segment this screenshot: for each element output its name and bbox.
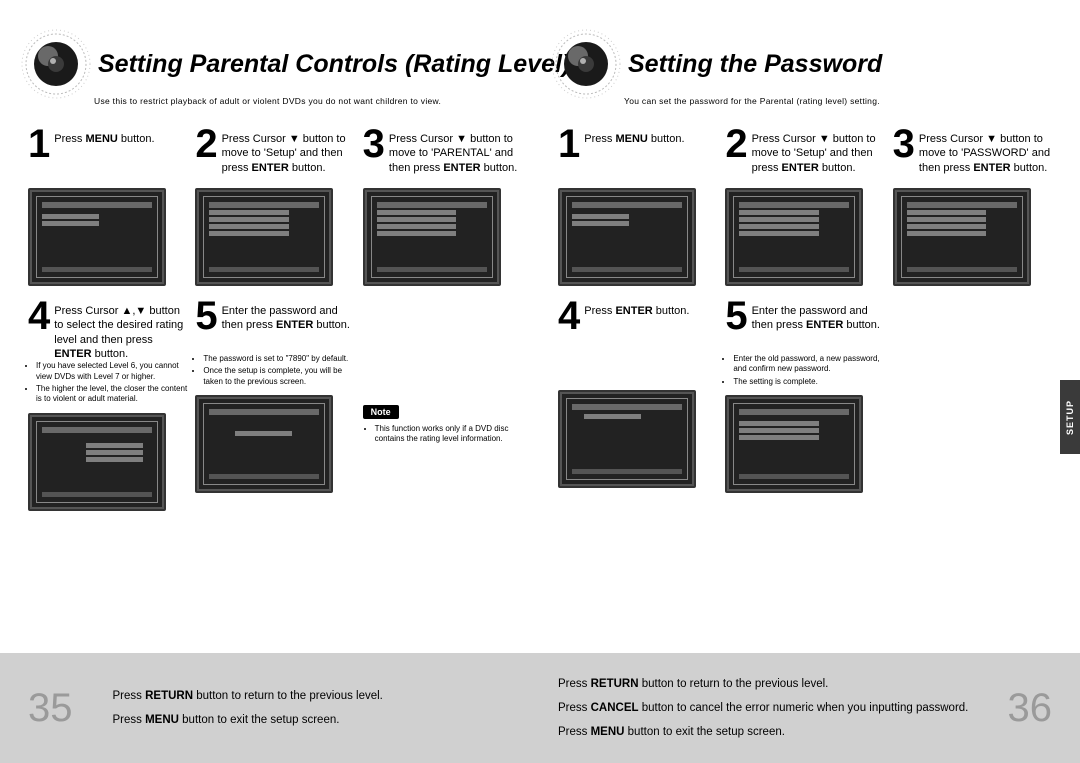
step-number: 2: [725, 126, 747, 162]
footer-line: Press RETURN button to return to the pre…: [558, 672, 1008, 696]
step-text: Press Cursor ▼ button to move to 'Setup'…: [752, 126, 885, 175]
osd-screenshot: [28, 188, 166, 286]
step-number: 3: [893, 126, 915, 162]
note-item: The higher the level, the closer the con…: [36, 384, 187, 405]
step-3: 3 Press Cursor ▼ button to move to 'PASS…: [893, 126, 1052, 292]
page-subtitle: You can set the password for the Parenta…: [624, 96, 1052, 106]
step-notes: If you have selected Level 6, you cannot…: [28, 361, 187, 405]
section-tab: SETUP: [1060, 380, 1080, 454]
osd-screenshot: [195, 188, 333, 286]
step-3: 3 Press Cursor ▼ button to move to 'PARE…: [363, 126, 522, 292]
step-number: 5: [725, 298, 747, 334]
note-badge: Note: [363, 405, 399, 419]
osd-screenshot: [195, 395, 333, 493]
page-left: Setting Parental Controls (Rating Level)…: [0, 0, 540, 763]
spacer: [893, 298, 1052, 499]
speaker-icon: [550, 28, 622, 100]
step-1: 1 Press MENU button.: [558, 126, 717, 292]
title-row: Setting Parental Controls (Rating Level): [28, 28, 522, 100]
page-footer: 35 Press RETURN button to return to the …: [0, 653, 540, 763]
step-5: 5 Enter the password and then press ENTE…: [725, 298, 884, 499]
osd-screenshot: [558, 390, 696, 488]
step-number: 3: [363, 126, 385, 162]
footer-line: Press RETURN button to return to the pre…: [113, 684, 523, 708]
step-text: Enter the password and then press ENTER …: [752, 298, 885, 333]
steps-bottom: 4 Press ENTER button. 5 Enter the passwo…: [558, 298, 1052, 499]
step-2: 2 Press Cursor ▼ button to move to 'Setu…: [725, 126, 884, 292]
note-item: If you have selected Level 6, you cannot…: [36, 361, 187, 382]
step-text: Press Cursor ▼ button to move to 'Setup'…: [222, 126, 355, 175]
step-number: 1: [558, 126, 580, 162]
footer-line: Press MENU button to exit the setup scre…: [558, 720, 1008, 744]
footer-line: Press CANCEL button to cancel the error …: [558, 696, 1008, 720]
osd-screenshot: [725, 188, 863, 286]
step-number: 2: [195, 126, 217, 162]
step-text: Press Cursor ▼ button to move to 'PARENT…: [389, 126, 522, 175]
step-5: 5 Enter the password and then press ENTE…: [195, 298, 354, 517]
page-title: Setting the Password: [628, 50, 882, 79]
footer-line: Press MENU button to exit the setup scre…: [113, 708, 523, 732]
osd-screenshot: [558, 188, 696, 286]
step-2: 2 Press Cursor ▼ button to move to 'Setu…: [195, 126, 354, 292]
page-number: 35: [28, 686, 73, 731]
page-title: Setting Parental Controls (Rating Level): [98, 50, 570, 79]
manual-spread: Setting Parental Controls (Rating Level)…: [0, 0, 1080, 763]
osd-screenshot: [28, 413, 166, 511]
page-footer: Press RETURN button to return to the pre…: [540, 653, 1080, 763]
steps-top: 1 Press MENU button. 2 Press Cursor ▼ bu…: [28, 126, 522, 292]
step-text: Press ENTER button.: [584, 298, 689, 318]
step-text: Press MENU button.: [584, 126, 684, 146]
osd-screenshot: [725, 395, 863, 493]
note-item: Enter the old password, a new password, …: [733, 354, 884, 375]
step-text: Press Cursor ▲,▼ button to select the de…: [54, 298, 187, 361]
osd-screenshot: [893, 188, 1031, 286]
step-number: 4: [28, 298, 50, 334]
step-notes: Enter the old password, a new password, …: [725, 354, 884, 387]
step-number: 4: [558, 298, 580, 334]
step-text: Enter the password and then press ENTER …: [222, 298, 355, 333]
page-subtitle: Use this to restrict playback of adult o…: [94, 96, 522, 106]
page-number: 36: [1008, 686, 1053, 731]
note-item: This function works only if a DVD disc c…: [375, 424, 522, 445]
step-notes: The password is set to "7890" by default…: [195, 354, 354, 387]
steps-bottom: 4 Press Cursor ▲,▼ button to select the …: [28, 298, 522, 517]
note-item: The password is set to "7890" by default…: [203, 354, 354, 364]
step-number: 1: [28, 126, 50, 162]
footer-text: Press RETURN button to return to the pre…: [73, 684, 523, 732]
note-block: Note This function works only if a DVD d…: [363, 298, 522, 517]
step-text: Press Cursor ▼ button to move to 'PASSWO…: [919, 126, 1052, 175]
note-item: Once the setup is complete, you will be …: [203, 366, 354, 387]
page-right: Setting the Password You can set the pas…: [540, 0, 1080, 763]
title-row: Setting the Password: [558, 28, 1052, 100]
note-list: This function works only if a DVD disc c…: [363, 424, 522, 445]
footer-text: Press RETURN button to return to the pre…: [558, 672, 1008, 744]
note-item: The setting is complete.: [733, 377, 884, 387]
step-1: 1 Press MENU button.: [28, 126, 187, 292]
speaker-icon: [20, 28, 92, 100]
step-4: 4 Press ENTER button.: [558, 298, 717, 499]
step-number: 5: [195, 298, 217, 334]
osd-screenshot: [363, 188, 501, 286]
step-4: 4 Press Cursor ▲,▼ button to select the …: [28, 298, 187, 517]
steps-top: 1 Press MENU button. 2 Press Cursor ▼ bu…: [558, 126, 1052, 292]
step-text: Press MENU button.: [54, 126, 154, 146]
